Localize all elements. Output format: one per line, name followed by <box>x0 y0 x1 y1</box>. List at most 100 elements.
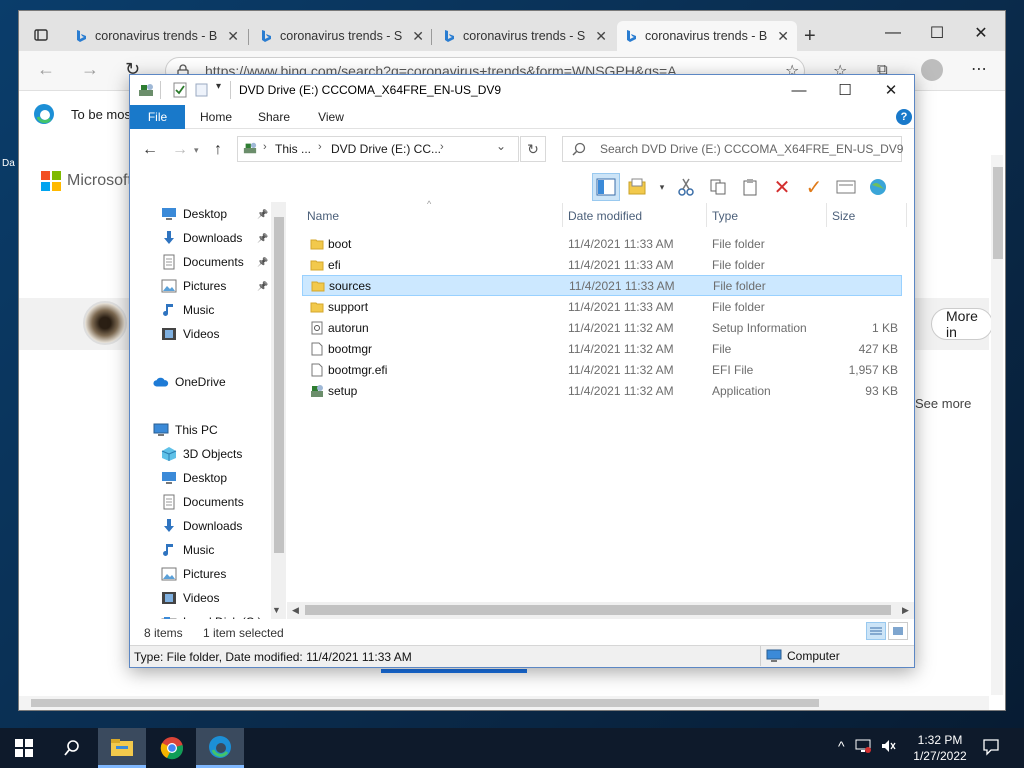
breadcrumb-chevron-icon[interactable]: › <box>318 141 322 153</box>
paste-icon[interactable] <box>736 173 764 201</box>
breadcrumb-chevron-icon[interactable]: › <box>440 141 444 153</box>
taskbar-clock[interactable]: 1:32 PM 1/27/2022 <box>908 732 972 764</box>
taskbar-chrome[interactable] <box>148 728 196 768</box>
globe-icon[interactable] <box>864 173 892 201</box>
nav-item-desktop[interactable]: Desktop 📌 <box>130 202 286 226</box>
details-view-icon[interactable] <box>866 622 886 640</box>
explorer-maximize-icon[interactable]: ☐ <box>822 78 868 102</box>
virus-thumbnail[interactable] <box>83 301 127 345</box>
tab-home[interactable]: Home <box>190 105 242 129</box>
nav-item-documents[interactable]: Documents <box>130 490 286 514</box>
nav-item-desktop[interactable]: Desktop <box>130 466 286 490</box>
nav-item-videos[interactable]: Videos <box>130 586 286 610</box>
address-dropdown-icon[interactable]: ⌄ <box>496 139 506 153</box>
close-tab-icon[interactable]: ✕ <box>595 28 607 45</box>
tab-view[interactable]: View <box>306 105 356 129</box>
notifications-icon[interactable] <box>982 738 1000 756</box>
help-icon[interactable]: ? <box>896 109 912 125</box>
volume-muted-icon[interactable] <box>881 739 897 753</box>
nav-scroll-down-icon[interactable]: ▼ <box>272 605 281 615</box>
breadcrumb-chevron-icon[interactable]: › <box>263 141 267 153</box>
up-folder-icon[interactable]: ↑ <box>214 141 222 159</box>
scroll-left-icon[interactable]: ◀ <box>292 605 299 616</box>
explorer-forward-icon[interactable]: → <box>172 141 188 159</box>
nav-item-local-disk-c[interactable]: Local Disk (C:) <box>130 610 286 619</box>
browser-minimize-icon[interactable]: — <box>873 19 913 47</box>
rename-check-icon[interactable]: ✓ <box>800 173 828 201</box>
nav-item-downloads[interactable]: Downloads <box>130 514 286 538</box>
refresh-button[interactable]: ↻ <box>520 136 546 162</box>
nav-item-music[interactable]: Music <box>130 298 286 322</box>
file-row-autorun[interactable]: autorun 11/4/2021 11:32 AM Setup Informati… <box>302 317 902 338</box>
preview-pane-icon[interactable] <box>592 173 620 201</box>
copy-icon[interactable] <box>704 173 732 201</box>
nav-item-pictures[interactable]: Pictures 📌 <box>130 274 286 298</box>
taskbar-edge[interactable] <box>196 728 244 768</box>
explorer-close-icon[interactable]: ✕ <box>868 78 914 102</box>
tab-actions-icon[interactable] <box>33 27 51 45</box>
start-button[interactable] <box>0 728 48 768</box>
close-tab-icon[interactable]: ✕ <box>777 28 789 45</box>
column-header-date[interactable]: Date modified <box>568 209 642 223</box>
close-tab-icon[interactable]: ✕ <box>412 28 424 45</box>
taskbar-search-button[interactable] <box>50 728 94 768</box>
nav-pane-scroll-thumb[interactable] <box>274 217 284 553</box>
more-info-button[interactable]: More in <box>931 308 993 340</box>
tab-file[interactable]: File <box>130 105 185 129</box>
more-menu-icon[interactable]: ⋯ <box>971 59 987 79</box>
close-tab-icon[interactable]: ✕ <box>227 28 239 45</box>
delete-icon[interactable]: ✕ <box>768 173 796 201</box>
forward-arrow-icon[interactable]: → <box>81 59 99 80</box>
nav-item-downloads[interactable]: Downloads 📌 <box>130 226 286 250</box>
breadcrumb-dvd-drive[interactable]: DVD Drive (E:) CC... <box>331 142 441 156</box>
file-row-efi[interactable]: efi 11/4/2021 11:33 AM File folder <box>302 254 902 275</box>
browser-close-icon[interactable]: ✕ <box>961 19 1001 47</box>
browser-tab-1[interactable]: coronavirus trends - B ✕ <box>67 21 247 51</box>
page-horizontal-scroll-thumb[interactable] <box>31 699 819 707</box>
explorer-back-icon[interactable]: ← <box>142 141 158 159</box>
file-row-sources[interactable]: sources 11/4/2021 11:33 AM File folder <box>302 275 902 296</box>
back-arrow-icon[interactable]: ← <box>37 59 55 80</box>
browser-maximize-icon[interactable]: ☐ <box>917 19 957 47</box>
column-header-name[interactable]: Name <box>307 209 339 223</box>
see-more-link[interactable]: See more <box>915 396 971 411</box>
file-row-boot[interactable]: boot 11/4/2021 11:33 AM File folder <box>302 233 902 254</box>
tab-share[interactable]: Share <box>248 105 300 129</box>
show-hidden-icons-icon[interactable]: ^ <box>838 738 845 754</box>
taskbar-file-explorer[interactable] <box>98 728 146 768</box>
profile-avatar[interactable] <box>921 59 943 81</box>
column-header-size[interactable]: Size <box>832 209 855 223</box>
column-header-type[interactable]: Type <box>712 209 738 223</box>
nav-item-documents[interactable]: Documents 📌 <box>130 250 286 274</box>
page-vertical-scroll-thumb[interactable] <box>993 167 1003 259</box>
properties-check-icon[interactable] <box>172 82 188 98</box>
browser-tab-2[interactable]: coronavirus trends - S ✕ <box>252 21 432 51</box>
browser-tab-4-active[interactable]: coronavirus trends - B ✕ <box>617 21 797 51</box>
new-folder-quick-icon[interactable] <box>194 82 210 98</box>
network-icon[interactable] <box>855 739 871 753</box>
nav-item-music[interactable]: Music <box>130 538 286 562</box>
nav-item-this-pc[interactable]: This PC <box>130 418 286 442</box>
microsoft-brand[interactable]: Microsoft <box>41 171 132 191</box>
file-row-setup[interactable]: setup 11/4/2021 11:32 AM Application 93 KB <box>302 380 902 401</box>
explorer-minimize-icon[interactable]: — <box>776 78 822 102</box>
nav-item-onedrive[interactable]: OneDrive <box>130 370 286 394</box>
nav-item-videos[interactable]: Videos <box>130 322 286 346</box>
file-list-scroll-thumb[interactable] <box>305 605 891 615</box>
browser-tab-3[interactable]: coronavirus trends - S ✕ <box>435 21 615 51</box>
recent-locations-icon[interactable]: ▾ <box>194 145 199 156</box>
file-row-support[interactable]: support 11/4/2021 11:33 AM File folder <box>302 296 902 317</box>
nav-item-pictures[interactable]: Pictures <box>130 562 286 586</box>
file-row-bootmgr[interactable]: bootmgr 11/4/2021 11:32 AM File 427 KB <box>302 338 902 359</box>
large-icons-view-icon[interactable] <box>888 622 908 640</box>
cut-icon[interactable] <box>672 173 700 201</box>
customize-quick-access-icon[interactable]: ▾ <box>216 81 221 92</box>
new-folder-icon[interactable] <box>624 173 652 201</box>
breadcrumb-this-pc[interactable]: This ... <box>275 142 311 156</box>
toolbar-dropdown-icon[interactable]: ▾ <box>656 173 668 201</box>
file-row-bootmgr-efi[interactable]: bootmgr.efi 11/4/2021 11:32 AM EFI File 1,9… <box>302 359 902 380</box>
nav-item-3d-objects[interactable]: 3D Objects <box>130 442 286 466</box>
properties-icon[interactable] <box>832 173 860 201</box>
new-tab-icon[interactable]: + <box>804 25 816 48</box>
scroll-right-icon[interactable]: ▶ <box>902 605 909 616</box>
